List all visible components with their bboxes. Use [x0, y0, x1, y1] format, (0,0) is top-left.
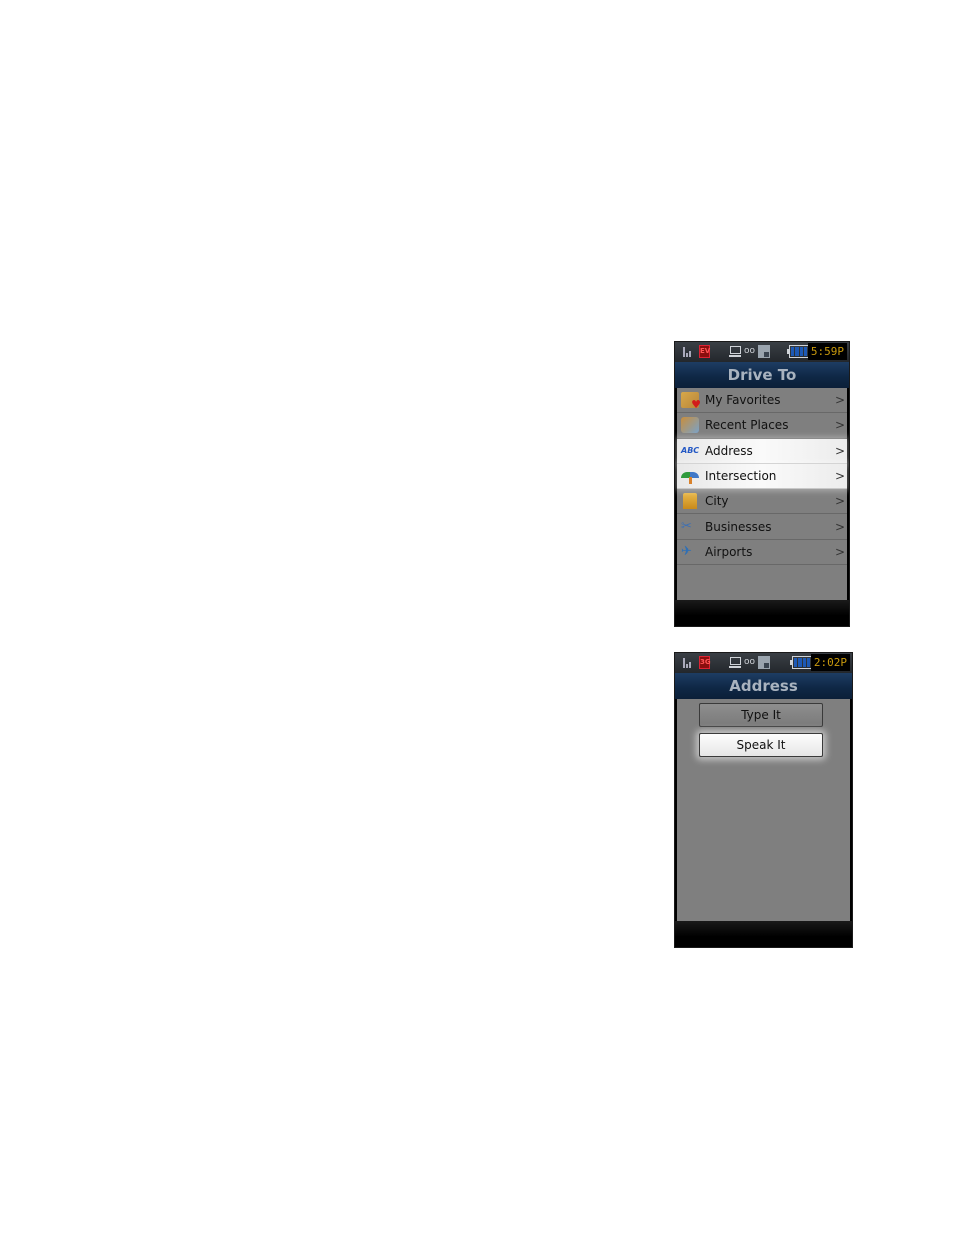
tty-icon	[729, 345, 741, 358]
menu-item-address[interactable]: ABC Address >	[677, 438, 847, 464]
menu-list: My Favorites > Recent Places > ABC Addre…	[677, 388, 847, 601]
menu-item-businesses[interactable]: ✂ Businesses >	[677, 514, 847, 540]
clock: 2:02P	[810, 654, 850, 671]
menu-item-my-favorites[interactable]: My Favorites >	[677, 388, 847, 414]
signal-strength-icon	[679, 345, 691, 358]
menu-item-city[interactable]: City >	[677, 489, 847, 515]
menu-item-intersection[interactable]: Intersection >	[677, 463, 847, 490]
airplane-icon: ✈	[681, 543, 692, 559]
screen-title: Drive To	[675, 362, 849, 388]
softkey-bar	[675, 600, 849, 626]
menu-item-label: Intersection	[705, 469, 777, 484]
menu-item-label: Airports	[705, 544, 753, 559]
recent-places-icon	[681, 417, 699, 434]
menu-item-label: Address	[705, 443, 753, 458]
tty-icon	[729, 656, 741, 669]
signal-strength-icon	[679, 656, 691, 669]
drive-to-screen: EV oo 5:59P Drive To My Favorites > Rece…	[674, 341, 850, 627]
voicemail-icon: oo	[744, 346, 756, 356]
city-icon	[683, 493, 697, 510]
clock: 5:59P	[807, 343, 847, 360]
intersection-icon	[681, 468, 699, 485]
chevron-right-icon: >	[835, 544, 846, 559]
message-icon	[758, 345, 770, 358]
chevron-right-icon: >	[835, 469, 846, 484]
menu-item-recent-places[interactable]: Recent Places >	[677, 413, 847, 439]
softkey-bar	[675, 921, 852, 947]
voicemail-icon: oo	[744, 657, 756, 667]
message-icon	[758, 656, 770, 669]
menu-item-label: Recent Places	[705, 418, 789, 433]
menu-item-label: My Favorites	[705, 393, 781, 408]
chevron-right-icon: >	[835, 494, 846, 509]
screen-title: Address	[675, 673, 852, 699]
status-bar: EV oo 5:59P	[675, 342, 849, 362]
chevron-right-icon: >	[835, 443, 846, 458]
chevron-right-icon: >	[835, 519, 846, 534]
menu-item-label: Businesses	[705, 519, 772, 534]
menu-item-airports[interactable]: ✈ Airports >	[677, 539, 847, 566]
chevron-right-icon: >	[835, 418, 846, 433]
chevron-right-icon: >	[835, 393, 846, 408]
network-badge-icon: EV	[699, 345, 710, 358]
battery-icon	[787, 345, 809, 358]
battery-icon	[790, 656, 812, 669]
menu-item-label: City	[705, 494, 729, 509]
speak-it-button[interactable]: Speak It	[699, 733, 823, 757]
status-bar: 3G oo 2:02P	[675, 653, 852, 673]
address-screen: 3G oo 2:02P Address Type It Speak It	[674, 652, 853, 948]
businesses-icon: ✂	[681, 518, 692, 534]
type-it-button[interactable]: Type It	[699, 703, 823, 727]
abc-icon: ABC	[681, 445, 700, 455]
network-badge-icon: 3G	[699, 656, 711, 669]
favorites-folder-icon	[681, 392, 701, 411]
